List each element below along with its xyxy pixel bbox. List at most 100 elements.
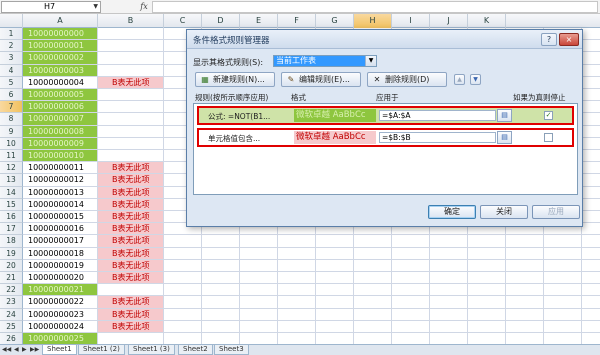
cell-b[interactable]: B表无此项 <box>98 235 164 248</box>
cell-a[interactable]: 10000000000 <box>23 28 98 41</box>
select-all-corner[interactable] <box>0 14 23 28</box>
close-icon[interactable]: × <box>559 33 579 46</box>
row-header[interactable]: 16 <box>0 211 23 224</box>
row-header[interactable]: 14 <box>0 186 23 199</box>
next-sheet-icon[interactable]: ▶ <box>22 345 27 355</box>
apply-button[interactable]: 应用 <box>532 205 580 219</box>
row-header[interactable]: 17 <box>0 223 23 236</box>
cell-a[interactable]: 10000000009 <box>23 137 98 150</box>
column-header[interactable]: I <box>392 14 430 28</box>
cell-a[interactable]: 10000000023 <box>23 308 98 321</box>
move-up-icon[interactable]: ▲ <box>454 74 465 85</box>
cell-b[interactable]: B表无此项 <box>98 247 164 260</box>
cell-b[interactable] <box>98 333 164 344</box>
cell-b[interactable]: B表无此项 <box>98 198 164 211</box>
cell-a[interactable]: 10000000024 <box>23 320 98 333</box>
cell-b[interactable] <box>98 125 164 138</box>
row-header[interactable]: 20 <box>0 259 23 272</box>
row-header[interactable]: 6 <box>0 89 23 102</box>
cell-a[interactable]: 10000000011 <box>23 162 98 175</box>
cell-b[interactable] <box>98 28 164 41</box>
chevron-down-icon[interactable]: ▼ <box>365 56 376 66</box>
empty-cells[interactable] <box>164 320 600 333</box>
edit-rule-button[interactable]: ✎ 编辑规则(E)... <box>281 72 361 87</box>
last-sheet-icon[interactable]: ▶▶ <box>30 345 39 355</box>
empty-cells[interactable] <box>164 333 600 344</box>
range-picker-icon[interactable]: ▤ <box>497 109 512 122</box>
cell-b[interactable]: B表无此项 <box>98 76 164 89</box>
sheet-tab[interactable]: Sheet2 <box>178 345 213 355</box>
help-button[interactable]: ? <box>541 33 557 46</box>
new-rule-button[interactable]: ▦ 新建规则(N)... <box>195 72 275 87</box>
cell-a[interactable]: 10000000015 <box>23 211 98 224</box>
cell-a[interactable]: 10000000019 <box>23 259 98 272</box>
formula-input[interactable] <box>152 1 598 13</box>
column-header[interactable]: E <box>240 14 278 28</box>
sheet-tab[interactable]: Sheet1 (2) <box>78 345 125 355</box>
rules-list[interactable]: 公式: =NOT(B1... 微软卓越 AaBbCc =$A:$A ▤ ✓ 单元格值包含.… <box>193 103 578 195</box>
cell-b[interactable] <box>98 137 164 150</box>
sheet-tab[interactable]: Sheet3 <box>214 345 249 355</box>
name-box[interactable]: H7 ▼ <box>1 1 101 13</box>
insert-function-icon[interactable]: fx <box>137 1 151 13</box>
cell-b[interactable] <box>98 101 164 114</box>
move-down-icon[interactable]: ▼ <box>470 74 481 85</box>
cell-b[interactable]: B表无此项 <box>98 186 164 199</box>
column-header[interactable]: D <box>202 14 240 28</box>
row-header[interactable]: 2 <box>0 40 23 53</box>
column-header[interactable]: K <box>468 14 506 28</box>
prev-sheet-icon[interactable]: ◀ <box>14 345 19 355</box>
row-header[interactable]: 19 <box>0 247 23 260</box>
row-header[interactable]: 22 <box>0 284 23 297</box>
cell-a[interactable]: 10000000017 <box>23 235 98 248</box>
row-header[interactable]: 18 <box>0 235 23 248</box>
row-header[interactable]: 13 <box>0 174 23 187</box>
empty-cells[interactable] <box>164 235 600 248</box>
column-header[interactable]: F <box>278 14 316 28</box>
cell-a[interactable]: 10000000001 <box>23 40 98 53</box>
row-header[interactable]: 21 <box>0 272 23 285</box>
row-header[interactable]: 9 <box>0 125 23 138</box>
cell-b[interactable]: B表无此项 <box>98 296 164 309</box>
cell-b[interactable]: B表无此项 <box>98 223 164 236</box>
empty-cells[interactable] <box>164 259 600 272</box>
column-header[interactable]: H <box>354 14 392 28</box>
cell-a[interactable]: 10000000005 <box>23 89 98 102</box>
cell-b[interactable]: B表无此项 <box>98 272 164 285</box>
cell-b[interactable]: B表无此项 <box>98 174 164 187</box>
rule-applies-to-field[interactable]: =$A:$A <box>379 110 496 121</box>
cell-a[interactable]: 10000000003 <box>23 64 98 77</box>
sheet-tab[interactable]: Sheet1 (3) <box>128 345 175 355</box>
cell-a[interactable]: 10000000002 <box>23 52 98 65</box>
cell-a[interactable]: 10000000018 <box>23 247 98 260</box>
range-picker-icon[interactable]: ▤ <box>497 131 512 144</box>
cell-a[interactable]: 10000000008 <box>23 125 98 138</box>
cell-a[interactable]: 10000000022 <box>23 296 98 309</box>
cell-b[interactable] <box>98 150 164 163</box>
cell-a[interactable]: 10000000021 <box>23 284 98 297</box>
row-header[interactable]: 3 <box>0 52 23 65</box>
row-header[interactable]: 25 <box>0 320 23 333</box>
column-header[interactable]: B <box>98 14 164 28</box>
empty-cells[interactable] <box>164 272 600 285</box>
column-header[interactable]: J <box>430 14 468 28</box>
row-header[interactable]: 10 <box>0 137 23 150</box>
cell-b[interactable]: B表无此项 <box>98 211 164 224</box>
column-header[interactable]: A <box>23 14 98 28</box>
row-header[interactable]: 1 <box>0 28 23 41</box>
cell-a[interactable]: 10000000010 <box>23 150 98 163</box>
cell-b[interactable]: B表无此项 <box>98 308 164 321</box>
row-header[interactable]: 23 <box>0 296 23 309</box>
cell-a[interactable]: 10000000007 <box>23 113 98 126</box>
empty-cells[interactable] <box>164 296 600 309</box>
cell-b[interactable]: B表无此项 <box>98 320 164 333</box>
cell-b[interactable] <box>98 52 164 65</box>
cell-b[interactable] <box>98 64 164 77</box>
empty-cells[interactable] <box>164 284 600 297</box>
empty-cells[interactable] <box>164 247 600 260</box>
row-header[interactable]: 11 <box>0 150 23 163</box>
row-header[interactable]: 7 <box>0 101 23 114</box>
show-rules-select[interactable]: 当前工作表 ▼ <box>273 55 377 67</box>
column-header[interactable]: C <box>164 14 202 28</box>
chevron-down-icon[interactable]: ▼ <box>93 2 98 12</box>
